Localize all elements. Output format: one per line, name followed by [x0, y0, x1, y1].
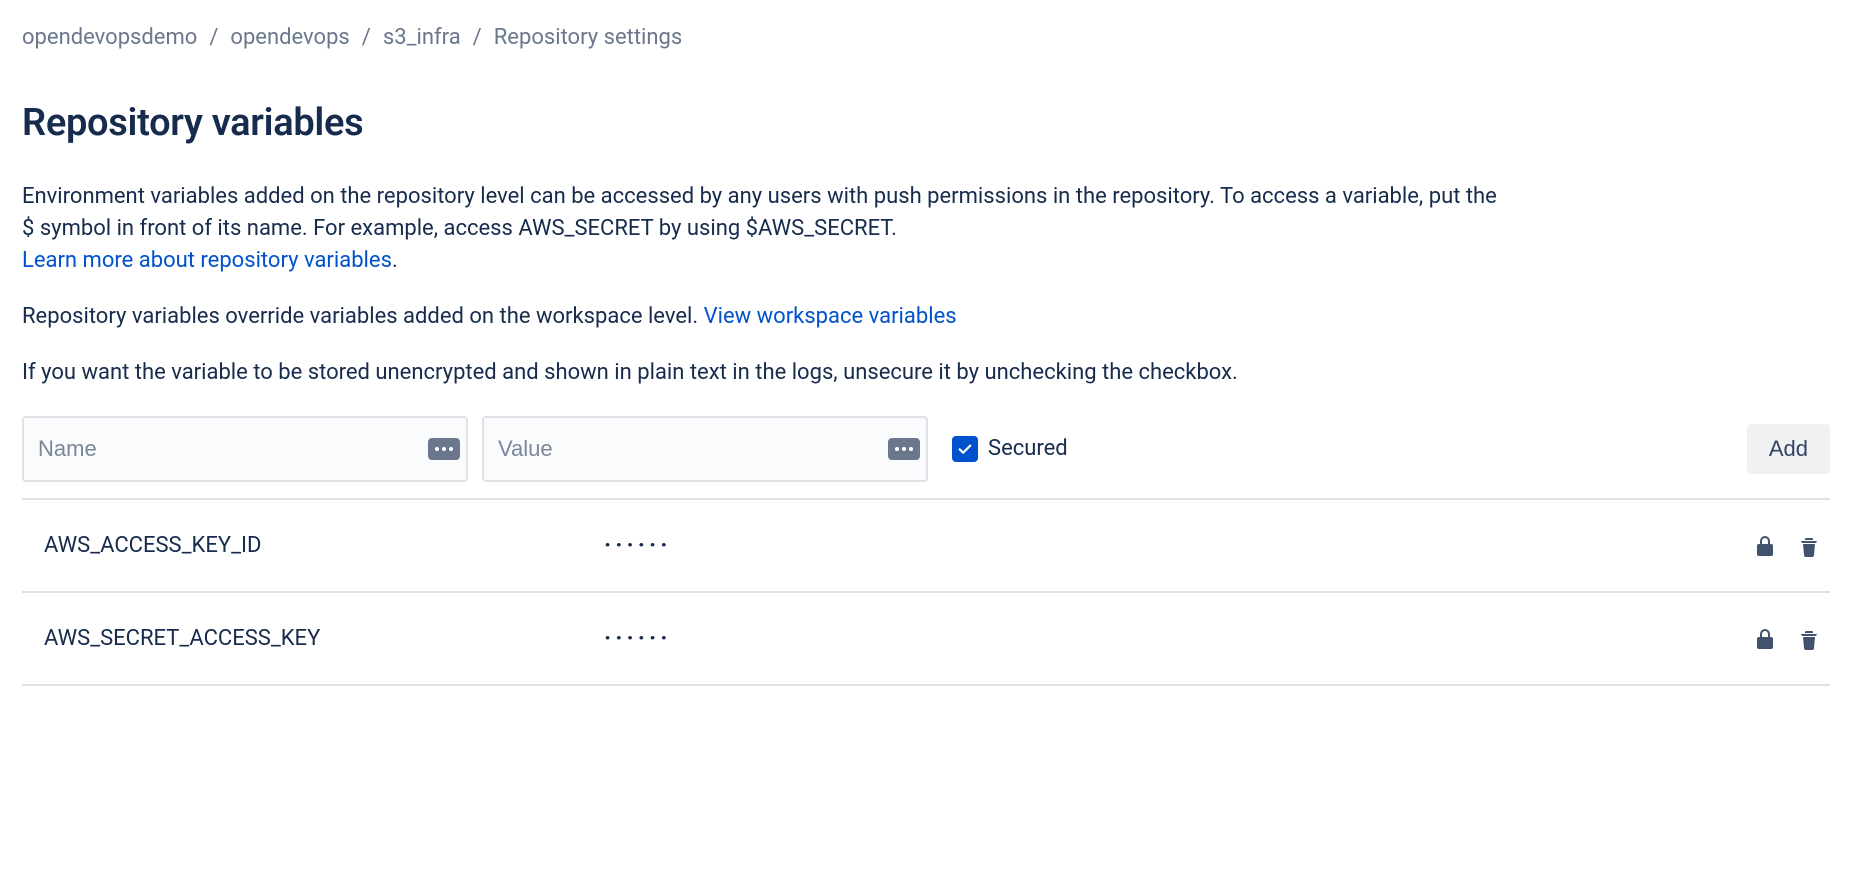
- breadcrumb-separator: /: [209, 22, 218, 54]
- page-description-3: If you want the variable to be stored un…: [22, 357, 1502, 389]
- delete-icon[interactable]: [1796, 626, 1822, 652]
- secured-toggle: Secured: [952, 433, 1068, 465]
- variables-table: AWS_ACCESS_KEY_ID ······ AWS_SECRET_ACCE…: [22, 498, 1830, 686]
- name-input-wrap: [22, 416, 468, 482]
- breadcrumb-item[interactable]: opendevopsdemo: [22, 22, 197, 54]
- breadcrumb: opendevopsdemo / opendevops / s3_infra /…: [22, 22, 1830, 54]
- variable-name: AWS_SECRET_ACCESS_KEY: [44, 623, 604, 655]
- secured-checkbox[interactable]: [952, 436, 978, 462]
- breadcrumb-separator: /: [362, 22, 371, 54]
- table-row: AWS_ACCESS_KEY_ID ······: [22, 500, 1830, 593]
- row-actions: [1752, 626, 1830, 652]
- row-actions: [1752, 533, 1830, 559]
- variable-value: ······: [604, 621, 1752, 656]
- variable-name: AWS_ACCESS_KEY_ID: [44, 530, 604, 562]
- value-autofill-icon[interactable]: [888, 438, 920, 460]
- check-icon: [956, 440, 974, 458]
- learn-more-link[interactable]: Learn more about repository variables: [22, 248, 392, 273]
- breadcrumb-item[interactable]: s3_infra: [383, 22, 461, 54]
- lock-icon[interactable]: [1752, 626, 1778, 652]
- breadcrumb-item[interactable]: Repository settings: [494, 22, 683, 54]
- page-description-2: Repository variables override variables …: [22, 301, 1502, 333]
- view-workspace-variables-link[interactable]: View workspace variables: [704, 304, 957, 329]
- value-input-wrap: [482, 416, 928, 482]
- table-row: AWS_SECRET_ACCESS_KEY ······: [22, 593, 1830, 686]
- page-description-1: Environment variables added on the repos…: [22, 181, 1502, 277]
- add-button[interactable]: Add: [1747, 424, 1830, 474]
- variable-value: ······: [604, 528, 1752, 563]
- lock-icon[interactable]: [1752, 533, 1778, 559]
- name-autofill-icon[interactable]: [428, 438, 460, 460]
- page-title: Repository variables: [22, 96, 1830, 151]
- secured-label: Secured: [988, 433, 1068, 465]
- add-variable-form: Secured Add: [22, 416, 1830, 482]
- delete-icon[interactable]: [1796, 533, 1822, 559]
- name-input[interactable]: [22, 416, 468, 482]
- breadcrumb-separator: /: [473, 22, 482, 54]
- breadcrumb-item[interactable]: opendevops: [230, 22, 349, 54]
- value-input[interactable]: [482, 416, 928, 482]
